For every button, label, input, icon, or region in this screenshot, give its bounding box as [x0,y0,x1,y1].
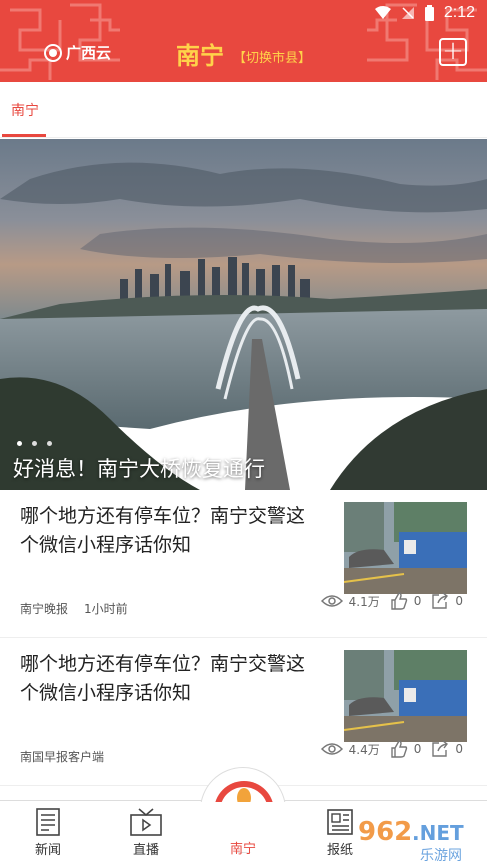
news-title[interactable]: 哪个地方还有停车位？南宁交警这个微信小程序话你知 [20,502,320,560]
add-button[interactable]: + [439,38,467,66]
parking-photo [344,650,467,742]
status-time: 2:12 [443,4,475,21]
like-icon[interactable] [390,592,408,610]
logo-mark-icon [44,43,62,62]
app-logo: 广西云 [44,42,111,63]
like-icon[interactable] [390,740,408,758]
nav-label: 南宁 [229,842,256,857]
views-count: 4.1万 [348,594,380,609]
nav-label: 新闻 [34,843,61,858]
svg-text:乐游网: 乐游网 [420,848,462,864]
share-icon[interactable] [431,740,449,758]
active-tab-indicator [2,134,46,137]
news-item[interactable]: 哪个地方还有停车位？南宁交警这个微信小程序话你知 南宁晚报 1小时前 4.1万 … [0,490,487,638]
parking-photo [344,502,467,594]
likes-count: 0 [413,594,422,608]
hero-caption[interactable]: 好消息！南宁大桥恢复通行 [13,453,265,483]
eye-icon [320,743,343,755]
shares-count: 0 [455,594,463,608]
logo-text: 广西云 [66,44,112,62]
news-icon [36,808,60,836]
hero-photo [0,139,487,490]
views-count: 4.4万 [348,742,380,757]
news-source: 南宁晚报 [20,602,69,616]
news-stats: 4.1万 0 0 [320,592,467,610]
news-item[interactable]: 哪个地方还有停车位？南宁交警这个微信小程序话你知 南国早报客户端 4.4万 0 … [0,638,487,786]
carousel-dot[interactable] [32,441,37,446]
shares-count: 0 [455,742,463,756]
news-time: 1小时前 [84,602,128,616]
app-header: 广西云 南宁 【切换市县】 + [0,26,487,82]
plus-icon: + [442,36,464,66]
nav-item-live[interactable]: 直播 [116,807,176,858]
channel-tabs: 南宁 [0,82,487,138]
eye-icon [320,595,343,607]
svg-text:962: 962 [358,817,412,847]
nav-item-city-label[interactable]: 南宁 [213,807,273,857]
site-watermark: 962 .NET 乐游网 [358,817,464,864]
tab-nanning[interactable]: 南宁 [11,100,39,120]
carousel-dot[interactable] [47,441,52,446]
nav-item-news[interactable]: 新闻 [18,807,78,858]
no-signal-icon [401,7,414,19]
nav-label: 直播 [132,843,159,858]
news-thumbnail[interactable] [344,502,467,594]
wifi-icon [374,6,391,19]
hero-banner[interactable]: 好消息！南宁大桥恢复通行 [0,139,487,490]
status-bar: 2:12 [0,0,487,26]
top-banner: 2:12 广西云 南宁 【切换市县】 + [0,0,487,82]
likes-count: 0 [413,742,422,756]
current-city[interactable]: 南宁 [176,36,224,71]
news-source: 南国早报客户端 [20,750,105,764]
svg-text:.NET: .NET [412,821,464,845]
battery-icon [424,5,434,21]
carousel-dots[interactable] [17,441,52,446]
news-title[interactable]: 哪个地方还有停车位？南宁交警这个微信小程序话你知 [20,650,320,708]
live-icon [130,808,162,836]
carousel-dot[interactable] [17,441,22,446]
news-thumbnail[interactable] [344,650,467,742]
share-icon[interactable] [431,592,449,610]
news-stats: 4.4万 0 0 [320,740,467,758]
switch-city-link[interactable]: 【切换市县】 [233,47,311,66]
